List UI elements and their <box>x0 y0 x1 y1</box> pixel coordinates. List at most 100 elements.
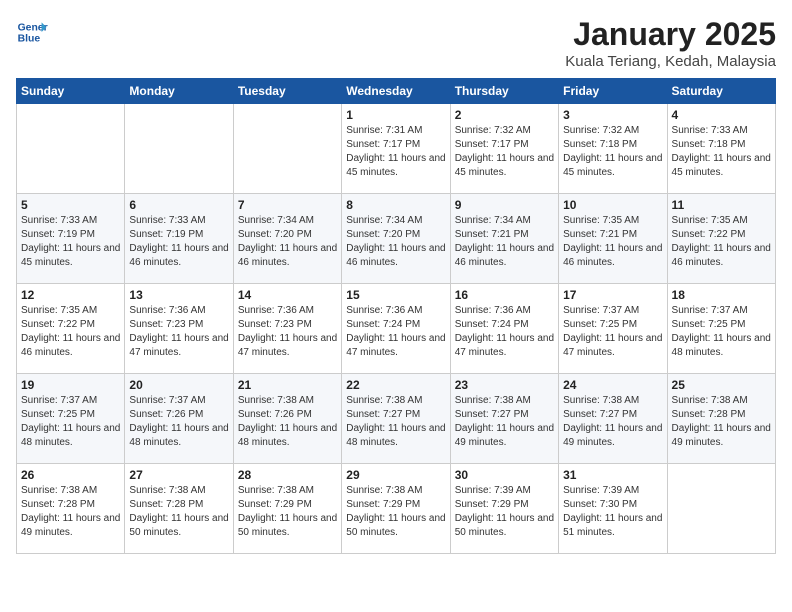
day-number: 2 <box>455 108 554 122</box>
day-number: 16 <box>455 288 554 302</box>
day-number: 10 <box>563 198 662 212</box>
cell-info: Sunrise: 7:32 AMSunset: 7:18 PMDaylight:… <box>563 124 662 180</box>
calendar-cell: 31 Sunrise: 7:39 AMSunset: 7:30 PMDaylig… <box>559 464 667 554</box>
title-block: January 2025 Kuala Teriang, Kedah, Malay… <box>565 16 776 70</box>
calendar-cell: 10 Sunrise: 7:35 AMSunset: 7:21 PMDaylig… <box>559 194 667 284</box>
calendar-cell <box>17 104 125 194</box>
day-number: 1 <box>346 108 445 122</box>
day-number: 28 <box>238 468 337 482</box>
calendar-cell: 13 Sunrise: 7:36 AMSunset: 7:23 PMDaylig… <box>125 284 233 374</box>
day-number: 26 <box>21 468 120 482</box>
calendar-cell: 9 Sunrise: 7:34 AMSunset: 7:21 PMDayligh… <box>450 194 558 284</box>
header-friday: Friday <box>559 79 667 104</box>
cell-info: Sunrise: 7:37 AMSunset: 7:25 PMDaylight:… <box>21 394 120 450</box>
calendar-cell: 30 Sunrise: 7:39 AMSunset: 7:29 PMDaylig… <box>450 464 558 554</box>
day-number: 27 <box>129 468 228 482</box>
cell-info: Sunrise: 7:35 AMSunset: 7:21 PMDaylight:… <box>563 214 662 270</box>
cell-info: Sunrise: 7:34 AMSunset: 7:20 PMDaylight:… <box>346 214 445 270</box>
calendar-cell: 7 Sunrise: 7:34 AMSunset: 7:20 PMDayligh… <box>233 194 341 284</box>
cell-info: Sunrise: 7:33 AMSunset: 7:19 PMDaylight:… <box>21 214 120 270</box>
calendar-week-row: 12 Sunrise: 7:35 AMSunset: 7:22 PMDaylig… <box>17 284 776 374</box>
cell-info: Sunrise: 7:34 AMSunset: 7:21 PMDaylight:… <box>455 214 554 270</box>
calendar-cell: 26 Sunrise: 7:38 AMSunset: 7:28 PMDaylig… <box>17 464 125 554</box>
header-thursday: Thursday <box>450 79 558 104</box>
calendar-cell: 18 Sunrise: 7:37 AMSunset: 7:25 PMDaylig… <box>667 284 775 374</box>
calendar-cell: 16 Sunrise: 7:36 AMSunset: 7:24 PMDaylig… <box>450 284 558 374</box>
calendar-cell: 12 Sunrise: 7:35 AMSunset: 7:22 PMDaylig… <box>17 284 125 374</box>
day-number: 15 <box>346 288 445 302</box>
calendar-cell: 22 Sunrise: 7:38 AMSunset: 7:27 PMDaylig… <box>342 374 450 464</box>
cell-info: Sunrise: 7:35 AMSunset: 7:22 PMDaylight:… <box>21 304 120 360</box>
cell-info: Sunrise: 7:39 AMSunset: 7:30 PMDaylight:… <box>563 484 662 540</box>
calendar-cell: 4 Sunrise: 7:33 AMSunset: 7:18 PMDayligh… <box>667 104 775 194</box>
day-number: 23 <box>455 378 554 392</box>
calendar-cell: 3 Sunrise: 7:32 AMSunset: 7:18 PMDayligh… <box>559 104 667 194</box>
cell-info: Sunrise: 7:31 AMSunset: 7:17 PMDaylight:… <box>346 124 445 180</box>
day-number: 13 <box>129 288 228 302</box>
day-number: 11 <box>672 198 771 212</box>
calendar-cell <box>233 104 341 194</box>
day-number: 21 <box>238 378 337 392</box>
day-number: 24 <box>563 378 662 392</box>
day-number: 17 <box>563 288 662 302</box>
calendar-cell: 23 Sunrise: 7:38 AMSunset: 7:27 PMDaylig… <box>450 374 558 464</box>
calendar-cell <box>667 464 775 554</box>
day-number: 3 <box>563 108 662 122</box>
day-number: 31 <box>563 468 662 482</box>
calendar-cell: 17 Sunrise: 7:37 AMSunset: 7:25 PMDaylig… <box>559 284 667 374</box>
day-number: 9 <box>455 198 554 212</box>
cell-info: Sunrise: 7:33 AMSunset: 7:18 PMDaylight:… <box>672 124 771 180</box>
cell-info: Sunrise: 7:38 AMSunset: 7:27 PMDaylight:… <box>346 394 445 450</box>
header-tuesday: Tuesday <box>233 79 341 104</box>
cell-info: Sunrise: 7:39 AMSunset: 7:29 PMDaylight:… <box>455 484 554 540</box>
calendar-cell <box>125 104 233 194</box>
calendar-cell: 8 Sunrise: 7:34 AMSunset: 7:20 PMDayligh… <box>342 194 450 284</box>
month-title: January 2025 <box>565 16 776 53</box>
calendar-cell: 15 Sunrise: 7:36 AMSunset: 7:24 PMDaylig… <box>342 284 450 374</box>
calendar-cell: 24 Sunrise: 7:38 AMSunset: 7:27 PMDaylig… <box>559 374 667 464</box>
cell-info: Sunrise: 7:36 AMSunset: 7:24 PMDaylight:… <box>346 304 445 360</box>
day-number: 20 <box>129 378 228 392</box>
cell-info: Sunrise: 7:33 AMSunset: 7:19 PMDaylight:… <box>129 214 228 270</box>
logo: General Blue <box>16 16 52 48</box>
cell-info: Sunrise: 7:36 AMSunset: 7:23 PMDaylight:… <box>129 304 228 360</box>
calendar-cell: 28 Sunrise: 7:38 AMSunset: 7:29 PMDaylig… <box>233 464 341 554</box>
calendar-cell: 6 Sunrise: 7:33 AMSunset: 7:19 PMDayligh… <box>125 194 233 284</box>
cell-info: Sunrise: 7:38 AMSunset: 7:28 PMDaylight:… <box>672 394 771 450</box>
cell-info: Sunrise: 7:38 AMSunset: 7:26 PMDaylight:… <box>238 394 337 450</box>
calendar-week-row: 19 Sunrise: 7:37 AMSunset: 7:25 PMDaylig… <box>17 374 776 464</box>
calendar-header-row: SundayMondayTuesdayWednesdayThursdayFrid… <box>17 79 776 104</box>
day-number: 7 <box>238 198 337 212</box>
header-monday: Monday <box>125 79 233 104</box>
page-header: General Blue January 2025 Kuala Teriang,… <box>16 16 776 70</box>
day-number: 8 <box>346 198 445 212</box>
day-number: 4 <box>672 108 771 122</box>
calendar-cell: 14 Sunrise: 7:36 AMSunset: 7:23 PMDaylig… <box>233 284 341 374</box>
calendar-cell: 5 Sunrise: 7:33 AMSunset: 7:19 PMDayligh… <box>17 194 125 284</box>
day-number: 25 <box>672 378 771 392</box>
cell-info: Sunrise: 7:35 AMSunset: 7:22 PMDaylight:… <box>672 214 771 270</box>
cell-info: Sunrise: 7:38 AMSunset: 7:29 PMDaylight:… <box>346 484 445 540</box>
cell-info: Sunrise: 7:38 AMSunset: 7:28 PMDaylight:… <box>129 484 228 540</box>
calendar-cell: 21 Sunrise: 7:38 AMSunset: 7:26 PMDaylig… <box>233 374 341 464</box>
day-number: 5 <box>21 198 120 212</box>
cell-info: Sunrise: 7:32 AMSunset: 7:17 PMDaylight:… <box>455 124 554 180</box>
header-saturday: Saturday <box>667 79 775 104</box>
day-number: 30 <box>455 468 554 482</box>
cell-info: Sunrise: 7:38 AMSunset: 7:27 PMDaylight:… <box>563 394 662 450</box>
calendar-cell: 20 Sunrise: 7:37 AMSunset: 7:26 PMDaylig… <box>125 374 233 464</box>
day-number: 22 <box>346 378 445 392</box>
calendar-week-row: 5 Sunrise: 7:33 AMSunset: 7:19 PMDayligh… <box>17 194 776 284</box>
cell-info: Sunrise: 7:37 AMSunset: 7:26 PMDaylight:… <box>129 394 228 450</box>
cell-info: Sunrise: 7:37 AMSunset: 7:25 PMDaylight:… <box>672 304 771 360</box>
day-number: 19 <box>21 378 120 392</box>
calendar-cell: 2 Sunrise: 7:32 AMSunset: 7:17 PMDayligh… <box>450 104 558 194</box>
location-subtitle: Kuala Teriang, Kedah, Malaysia <box>565 53 776 70</box>
header-sunday: Sunday <box>17 79 125 104</box>
day-number: 29 <box>346 468 445 482</box>
calendar-cell: 25 Sunrise: 7:38 AMSunset: 7:28 PMDaylig… <box>667 374 775 464</box>
calendar-cell: 1 Sunrise: 7:31 AMSunset: 7:17 PMDayligh… <box>342 104 450 194</box>
cell-info: Sunrise: 7:38 AMSunset: 7:28 PMDaylight:… <box>21 484 120 540</box>
logo-icon: General Blue <box>16 16 48 48</box>
calendar-table: SundayMondayTuesdayWednesdayThursdayFrid… <box>16 78 776 554</box>
